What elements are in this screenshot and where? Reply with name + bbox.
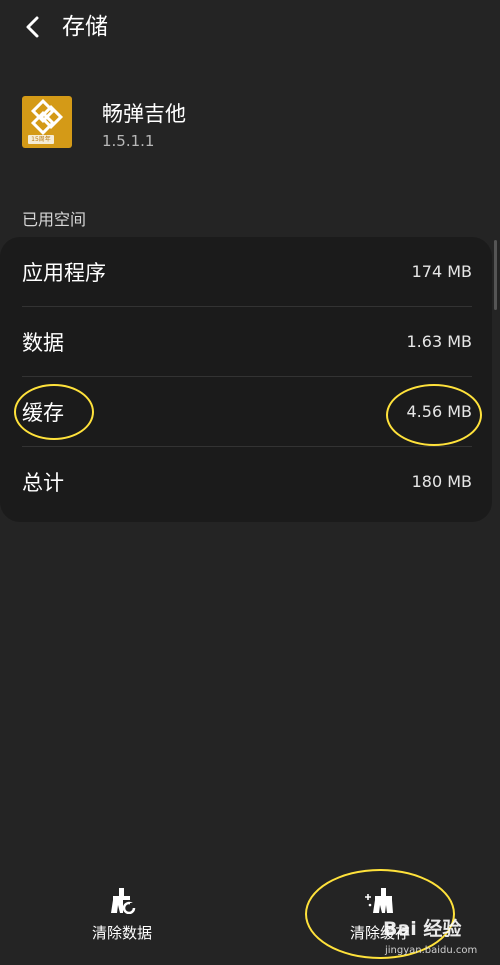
scrollbar[interactable]: [494, 240, 497, 310]
row-label: 总计: [22, 471, 64, 495]
chevron-left-icon: [26, 16, 39, 38]
clear-data-label: 清除数据: [91, 924, 152, 942]
row-value: 180 MB: [411, 472, 472, 491]
page-title: 存储: [62, 14, 108, 40]
storage-card: 应用程序 174 MB 数据 1.63 MB 缓存 4.56 MB 总计 180…: [0, 237, 492, 522]
app-icon-badge: 15周年: [28, 135, 54, 144]
app-info: 15周年 畅弹吉他 1.5.1.1: [0, 88, 500, 158]
app-version: 1.5.1.1: [102, 132, 155, 150]
row-label: 数据: [22, 331, 64, 355]
app-name: 畅弹吉他: [102, 102, 186, 126]
storage-row-total: 总计 180 MB: [0, 447, 492, 517]
section-label-used-space: 已用空间: [22, 210, 87, 229]
baidu-watermark-url: jingyan.baidu.com: [385, 945, 478, 956]
top-bar: 存储: [0, 0, 500, 56]
app-icon: 15周年: [22, 96, 72, 148]
annotation-circle-cache-value: [386, 384, 482, 446]
baidu-watermark: Bai 经验: [383, 918, 462, 940]
clear-data-button[interactable]: 清除数据: [62, 888, 182, 948]
annotation-circle-cache-label: [14, 384, 94, 440]
back-button[interactable]: [18, 12, 48, 42]
storage-row-app: 应用程序 174 MB: [0, 237, 492, 307]
broom-clear-data-icon: [111, 888, 136, 914]
row-value: 1.63 MB: [406, 332, 473, 351]
broom-clear-cache-icon: [365, 888, 393, 913]
storage-row-data: 数据 1.63 MB: [0, 307, 492, 377]
row-value: 174 MB: [411, 262, 472, 281]
row-label: 应用程序: [22, 261, 106, 285]
